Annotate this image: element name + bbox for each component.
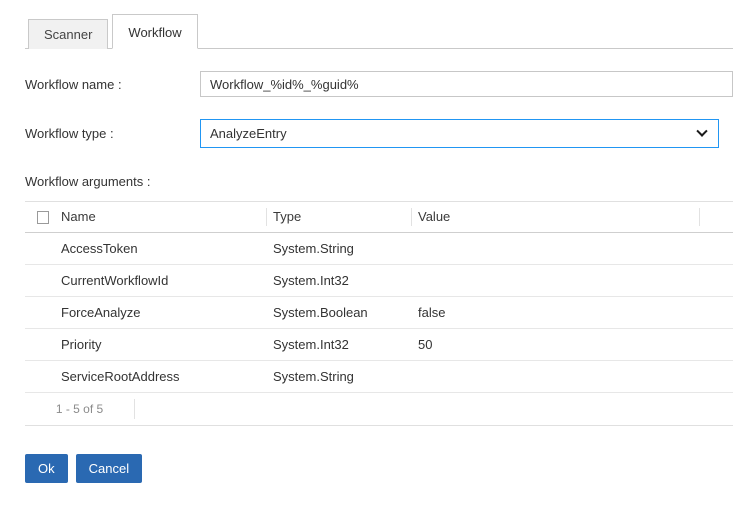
arg-value: 50: [412, 337, 700, 352]
workflow-settings-panel: Scanner Workflow Workflow name : Workflo…: [0, 0, 747, 483]
workflow-name-row: Workflow name :: [25, 71, 733, 97]
table-header-row: Name Type Value: [25, 202, 733, 233]
select-all-checkbox[interactable]: [37, 211, 49, 224]
arg-name: AccessToken: [55, 241, 267, 256]
workflow-type-label: Workflow type :: [25, 126, 200, 141]
arg-name: Priority: [55, 337, 267, 352]
arg-type: System.Int32: [267, 337, 412, 352]
arg-value: false: [412, 305, 700, 320]
workflow-type-row: Workflow type : AnalyzeEntry: [25, 119, 733, 148]
header-end-spacer: [700, 202, 733, 232]
table-row[interactable]: AccessToken System.String: [25, 233, 733, 265]
arg-type: System.Int32: [267, 273, 412, 288]
header-value: Value: [412, 208, 700, 226]
workflow-arguments-label: Workflow arguments :: [25, 174, 733, 189]
tab-bar: Scanner Workflow: [25, 14, 733, 49]
arg-name: ServiceRootAddress: [55, 369, 267, 384]
table-row[interactable]: CurrentWorkflowId System.Int32: [25, 265, 733, 297]
arg-type: System.String: [267, 241, 412, 256]
arg-type: System.Boolean: [267, 305, 412, 320]
table-row[interactable]: ForceAnalyze System.Boolean false: [25, 297, 733, 329]
workflow-name-label: Workflow name :: [25, 77, 200, 92]
workflow-type-value: AnalyzeEntry: [210, 126, 287, 141]
workflow-type-select[interactable]: AnalyzeEntry: [200, 119, 719, 148]
table-pagination: 1 - 5 of 5: [25, 393, 733, 426]
workflow-name-input[interactable]: [200, 71, 733, 97]
arguments-table: Name Type Value AccessToken System.Strin…: [25, 201, 733, 426]
arg-type: System.String: [267, 369, 412, 384]
arg-name: CurrentWorkflowId: [55, 273, 267, 288]
ok-button[interactable]: Ok: [25, 454, 68, 483]
table-row[interactable]: ServiceRootAddress System.String: [25, 361, 733, 393]
tab-scanner[interactable]: Scanner: [28, 19, 108, 49]
cancel-button[interactable]: Cancel: [76, 454, 142, 483]
chevron-down-icon: [696, 125, 707, 136]
tab-workflow[interactable]: Workflow: [112, 14, 197, 49]
header-type: Type: [267, 208, 412, 226]
header-name: Name: [55, 208, 267, 226]
pagination-label: 1 - 5 of 5: [25, 399, 135, 419]
arg-name: ForceAnalyze: [55, 305, 267, 320]
table-row[interactable]: Priority System.Int32 50: [25, 329, 733, 361]
action-buttons: Ok Cancel: [25, 454, 733, 483]
